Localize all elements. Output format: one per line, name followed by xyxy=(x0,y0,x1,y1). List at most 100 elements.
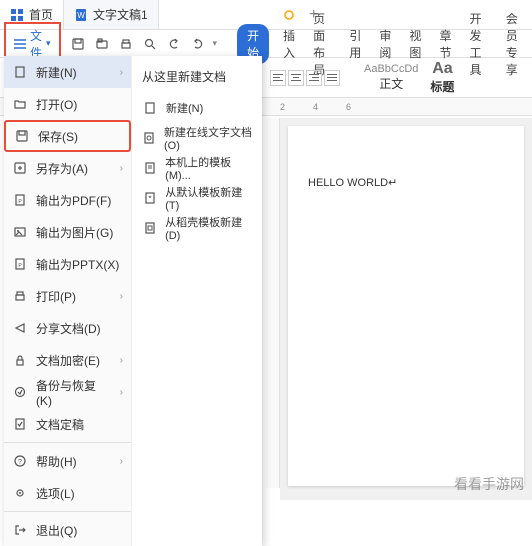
submenu-title: 从这里新建文档 xyxy=(136,64,258,93)
image-icon xyxy=(12,224,28,240)
svg-text:?: ? xyxy=(18,459,22,466)
ribbon-tab-insert[interactable]: 插入 xyxy=(279,23,299,65)
home-icon xyxy=(10,8,24,22)
file-menu-main: 新建(N) › 打开(O) 保存(S) 另存为(A) › P 输出为PDF(F)… xyxy=(4,56,132,546)
document-area: HELLO WORLD↵ xyxy=(280,118,532,500)
menu-help-label: 帮助(H) xyxy=(36,453,77,470)
align-justify-button[interactable] xyxy=(324,70,340,86)
print-icon xyxy=(12,288,28,304)
open-folder-icon xyxy=(12,96,28,112)
vertical-ruler xyxy=(266,118,280,488)
ribbon-tab-reference[interactable]: 引用 xyxy=(345,23,365,65)
tab-document-label: 文字文稿1 xyxy=(93,6,148,23)
menu-export-pdf-label: 输出为PDF(F) xyxy=(36,192,111,209)
menu-encrypt[interactable]: 文档加密(E) › xyxy=(4,344,131,376)
menu-print[interactable]: 打印(P) › xyxy=(4,280,131,312)
chevron-right-icon: › xyxy=(120,67,123,78)
menu-open[interactable]: 打开(O) xyxy=(4,88,131,120)
qa-preview-icon[interactable] xyxy=(141,35,159,53)
menu-save[interactable]: 保存(S) xyxy=(4,120,131,152)
menu-export-image-label: 输出为图片(G) xyxy=(36,224,113,241)
menu-save-as[interactable]: 另存为(A) › xyxy=(4,152,131,184)
chevron-right-icon: › xyxy=(120,355,123,366)
file-menu-dropdown: 新建(N) › 打开(O) 保存(S) 另存为(A) › P 输出为PDF(F)… xyxy=(4,56,262,546)
menu-open-label: 打开(O) xyxy=(36,96,77,113)
qa-undo-icon[interactable] xyxy=(165,35,183,53)
help-icon: ? xyxy=(12,453,28,469)
ribbon-tab-member[interactable]: 会员专享 xyxy=(502,6,528,82)
ruler-mark: 4 xyxy=(313,102,318,112)
menu-new[interactable]: 新建(N) › xyxy=(4,56,131,88)
menu-share-label: 分享文档(D) xyxy=(36,320,101,337)
hamburger-icon xyxy=(14,39,26,49)
qa-dropdown-icon[interactable]: ▾ xyxy=(213,38,218,49)
menu-options-label: 选项(L) xyxy=(36,485,75,502)
template-icon xyxy=(142,160,157,176)
menu-encrypt-label: 文档加密(E) xyxy=(36,352,100,369)
qa-open-icon[interactable] xyxy=(93,35,111,53)
menu-options[interactable]: 选项(L) xyxy=(4,477,131,509)
menu-export-pptx-label: 输出为PPTX(X) xyxy=(36,256,119,273)
svg-text:P: P xyxy=(18,263,22,269)
menu-save-label: 保存(S) xyxy=(38,128,78,145)
style-body[interactable]: AaBbCcDd 正文 xyxy=(364,63,418,92)
align-center-button[interactable] xyxy=(288,70,304,86)
save-disk-icon xyxy=(14,128,30,144)
submenu-shell-template[interactable]: 从稻壳模板新建(D) xyxy=(136,213,258,243)
submenu-default-template[interactable]: 从默认模板新建(T) xyxy=(136,183,258,213)
submenu-shell-template-label: 从稻壳模板新建(D) xyxy=(165,214,252,242)
menu-finalize[interactable]: 文档定稿 xyxy=(4,408,131,440)
ribbon-tab-view[interactable]: 视图 xyxy=(405,23,425,65)
ruler-mark: 2 xyxy=(280,102,285,112)
document-content: HELLO WORLD↵ xyxy=(308,176,504,189)
qa-save-icon[interactable] xyxy=(69,35,87,53)
align-right-button[interactable] xyxy=(306,70,322,86)
tab-home-label: 首页 xyxy=(29,6,53,23)
menu-divider xyxy=(4,511,131,512)
ribbon-tab-section[interactable]: 章节 xyxy=(435,23,455,65)
ruler-mark: 6 xyxy=(346,102,351,112)
menu-save-as-label: 另存为(A) xyxy=(36,160,88,177)
online-doc-icon xyxy=(142,130,156,146)
chevron-right-icon: › xyxy=(120,387,123,398)
svg-text:P: P xyxy=(18,199,22,205)
default-template-icon xyxy=(142,190,157,206)
menu-help[interactable]: ? 帮助(H) › xyxy=(4,445,131,477)
qa-redo-icon[interactable] xyxy=(189,35,207,53)
submenu-local-template[interactable]: 本机上的模板(M)... xyxy=(136,153,258,183)
style-body-label: 正文 xyxy=(364,75,418,92)
ribbon-tab-developer[interactable]: 开发工具 xyxy=(465,6,491,82)
submenu-new-label: 新建(N) xyxy=(166,100,203,116)
pptx-icon: P xyxy=(12,256,28,272)
svg-text:W: W xyxy=(77,11,85,20)
doc-icon: W xyxy=(74,8,88,22)
qa-print-icon[interactable] xyxy=(117,35,135,53)
style-body-sample: AaBbCcDd xyxy=(364,63,418,75)
menu-print-label: 打印(P) xyxy=(36,288,76,305)
menu-share[interactable]: 分享文档(D) xyxy=(4,312,131,344)
menu-export-image[interactable]: 输出为图片(G) xyxy=(4,216,131,248)
menu-export-pptx[interactable]: P 输出为PPTX(X) xyxy=(4,248,131,280)
pdf-icon: P xyxy=(12,192,28,208)
tab-document[interactable]: W 文字文稿1 xyxy=(64,0,159,29)
style-heading[interactable]: Aa 标题 xyxy=(430,60,454,95)
menu-backup[interactable]: 备份与恢复(K) › xyxy=(4,376,131,408)
chevron-right-icon: › xyxy=(120,456,123,467)
submenu-new-online-label: 新建在线文字文档(O) xyxy=(164,124,252,152)
ribbon-tab-review[interactable]: 审阅 xyxy=(375,23,395,65)
share-icon xyxy=(12,320,28,336)
chevron-right-icon: › xyxy=(120,163,123,174)
gear-icon xyxy=(12,485,28,501)
menu-export-pdf[interactable]: P 输出为PDF(F) xyxy=(4,184,131,216)
chevron-down-icon: ▾ xyxy=(46,38,51,49)
document-page[interactable]: HELLO WORLD↵ xyxy=(288,126,524,486)
watermark: 看看手游网 xyxy=(454,474,524,494)
submenu-new-online[interactable]: 新建在线文字文档(O) xyxy=(136,123,258,153)
align-left-button[interactable] xyxy=(270,70,286,86)
submenu-local-template-label: 本机上的模板(M)... xyxy=(165,154,252,182)
menu-backup-label: 备份与恢复(K) xyxy=(36,377,112,408)
menu-exit[interactable]: 退出(Q) xyxy=(4,514,131,546)
submenu-new[interactable]: 新建(N) xyxy=(136,93,258,123)
shell-template-icon xyxy=(142,220,157,236)
quick-access-toolbar: ▾ xyxy=(69,35,218,53)
